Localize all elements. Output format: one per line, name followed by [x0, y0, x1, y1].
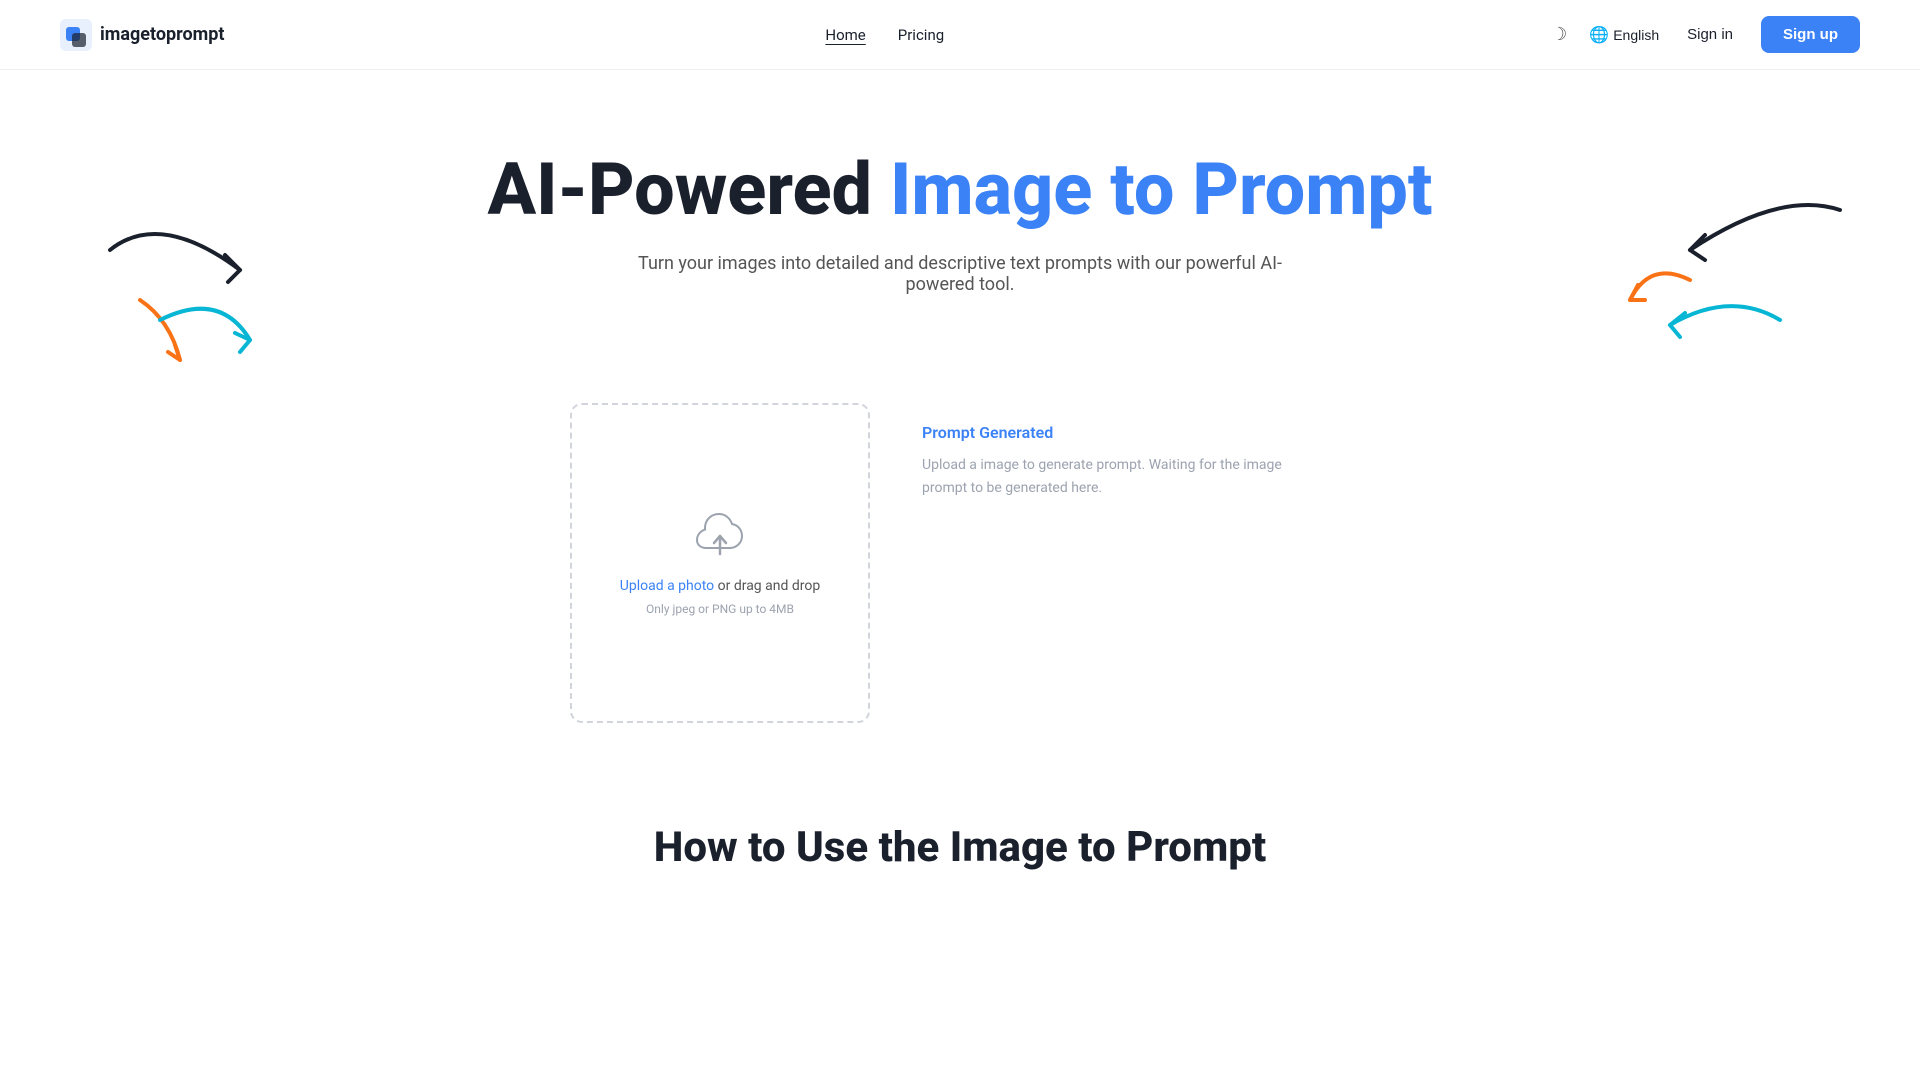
upload-drag-text: or drag and drop: [714, 578, 820, 594]
language-button[interactable]: 🌐 English: [1589, 25, 1659, 45]
hero-subtitle: Turn your images into detailed and descr…: [620, 253, 1300, 295]
decorative-arrows-right: [1610, 170, 1860, 370]
decorative-arrows-left: [80, 190, 280, 390]
globe-icon: 🌐: [1589, 25, 1609, 45]
cloud-upload-icon: [692, 510, 748, 566]
upload-link[interactable]: Upload a photo: [620, 578, 714, 594]
logo-text: imagetoprompt: [100, 24, 224, 45]
nav-home[interactable]: Home: [825, 26, 865, 44]
language-label: English: [1613, 27, 1659, 43]
nav-links: Home Pricing: [825, 26, 944, 44]
main-content: Upload a photo or drag and drop Only jpe…: [510, 403, 1410, 783]
nav-pricing[interactable]: Pricing: [898, 26, 944, 44]
signin-button[interactable]: Sign in: [1675, 18, 1745, 51]
upload-dropzone[interactable]: Upload a photo or drag and drop Only jpe…: [570, 403, 870, 723]
navbar: imagetoprompt Home Pricing ☽ 🌐 English S…: [0, 0, 1920, 70]
hero-title: AI-Powered Image to Prompt: [60, 150, 1860, 229]
logo-icon: [60, 19, 92, 51]
upload-hint: Only jpeg or PNG up to 4MB: [646, 602, 794, 616]
logo-link[interactable]: imagetoprompt: [60, 19, 224, 51]
hero-title-blue: Image to Prompt: [890, 147, 1433, 232]
how-to-section: How to Use the Image to Prompt: [0, 783, 1920, 912]
prompt-output-panel: Prompt Generated Upload a image to gener…: [902, 403, 1350, 519]
upload-text: Upload a photo or drag and drop: [620, 578, 820, 594]
how-to-title: How to Use the Image to Prompt: [60, 823, 1860, 872]
navbar-actions: ☽ 🌐 English Sign in Sign up: [1545, 16, 1860, 53]
hero-title-black: AI-Powered: [487, 147, 890, 232]
hero-section: AI-Powered Image to Prompt Turn your ima…: [0, 70, 1920, 403]
theme-toggle-button[interactable]: ☽: [1545, 18, 1573, 51]
prompt-generated-title: Prompt Generated: [922, 423, 1330, 442]
prompt-generated-body: Upload a image to generate prompt. Waiti…: [922, 454, 1330, 499]
signup-button[interactable]: Sign up: [1761, 16, 1860, 53]
moon-icon: ☽: [1551, 24, 1567, 45]
